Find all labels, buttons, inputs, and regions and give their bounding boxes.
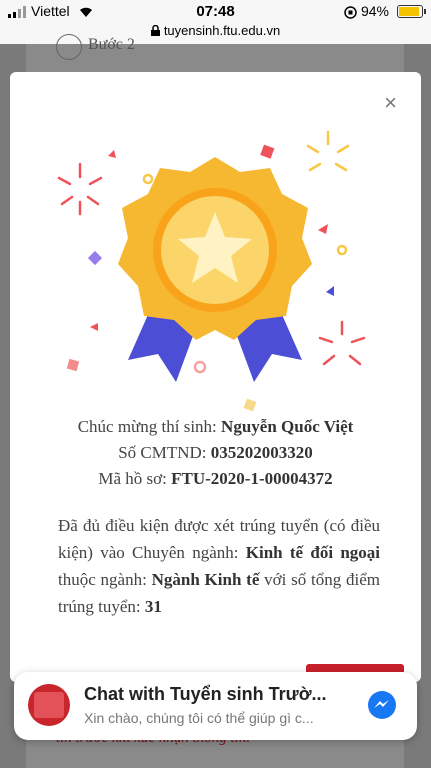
admission-description: Đã đủ điều kiện được xét trúng tuyển (có…: [58, 516, 381, 616]
lock-icon: [150, 24, 160, 36]
success-modal: × Chúc mừng thí sinh: Nguyễn Quốc Việt S…: [10, 72, 421, 682]
candidate-name: Nguyễn Quốc Việt: [221, 417, 354, 436]
major-name: Kinh tế đối ngoại: [245, 543, 380, 562]
application-code-line: Mã hồ sơ: FTU-2020-1-00004372: [98, 469, 333, 488]
battery-percent: 94%: [344, 3, 389, 19]
status-bar: Viettel 07:48 94%: [0, 0, 431, 22]
avatar: [28, 684, 70, 726]
messenger-icon[interactable]: [367, 690, 397, 720]
close-icon[interactable]: ×: [384, 90, 397, 116]
orientation-lock-icon: [344, 6, 357, 19]
admission-score: 31: [144, 597, 162, 616]
step-label: Bước 2: [88, 36, 135, 53]
messenger-chat-widget[interactable]: Chat with Tuyển sinh Trườ... Xin chào, c…: [14, 672, 417, 740]
candidate-name-line: Chúc mừng thí sinh: Nguyễn Quốc Việt: [77, 417, 354, 436]
field-name: Ngành Kinh tế: [151, 570, 260, 589]
chat-subtitle: Xin chào, chúng tôi có thể giúp gì c...: [84, 710, 314, 726]
battery-icon: [397, 5, 426, 18]
application-code: FTU-2020-1-00004372: [171, 469, 333, 488]
medal-illustration: [57, 130, 366, 412]
step-indicator: [56, 34, 82, 60]
chat-title: Chat with Tuyển sinh Trườ...: [84, 684, 327, 704]
id-number-line: Số CMTND: 035202003320: [118, 443, 313, 462]
id-number: 035202003320: [210, 443, 313, 462]
url-text: tuyensinh.ftu.edu.vn: [163, 23, 281, 38]
